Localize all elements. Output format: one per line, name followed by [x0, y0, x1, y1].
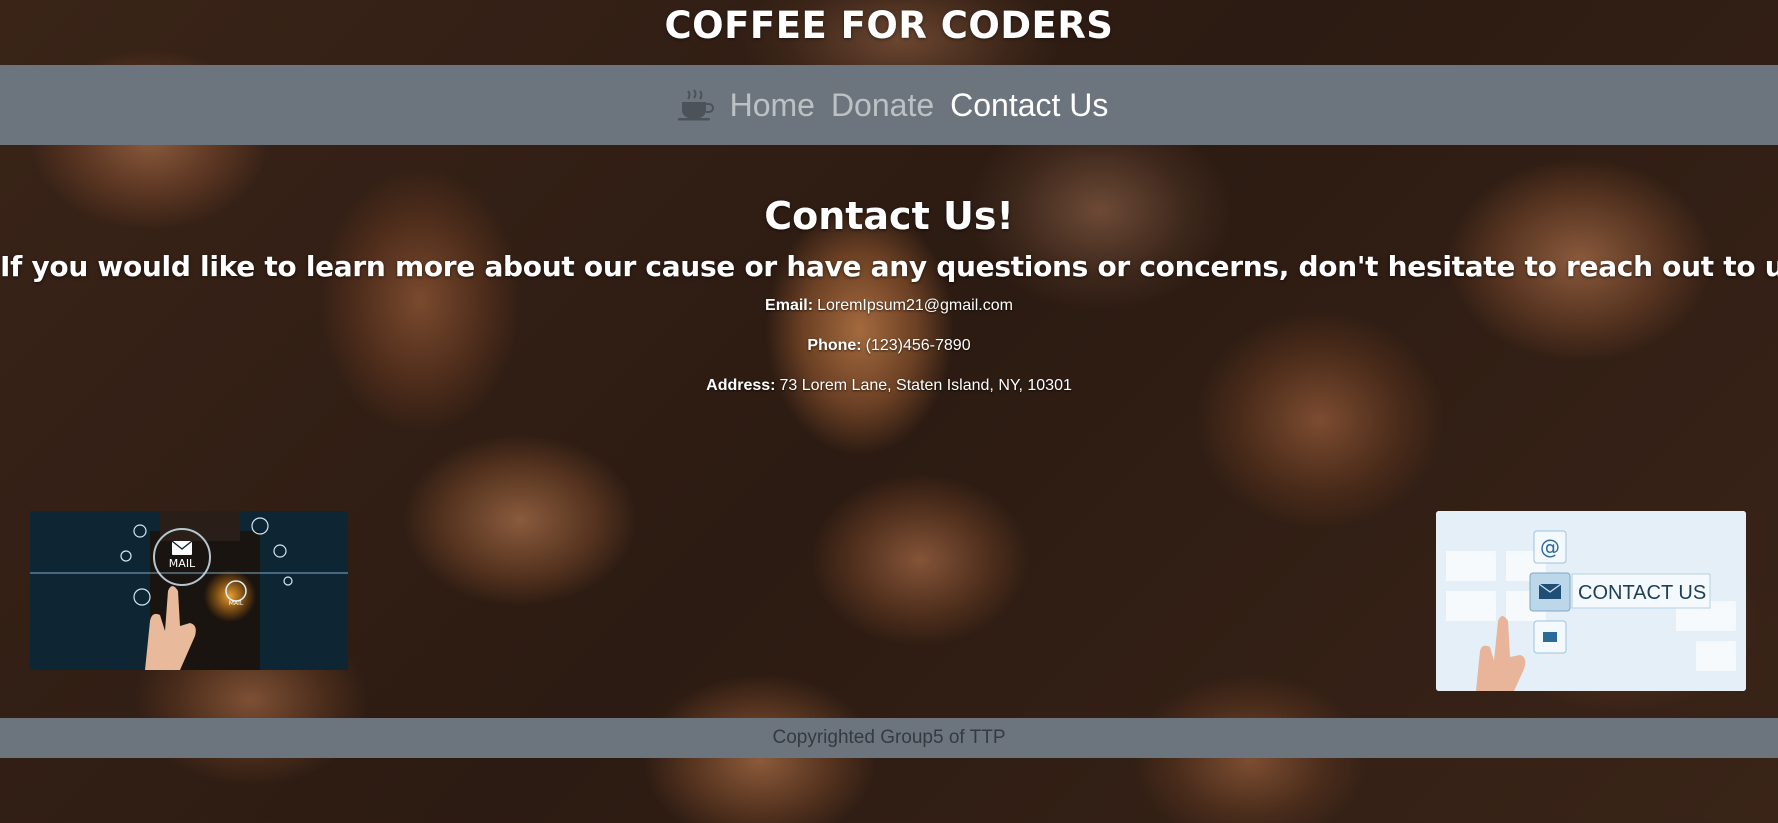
- contact-us-image-text: CONTACT US: [1578, 582, 1706, 604]
- nav-link-contact-us[interactable]: Contact Us: [950, 87, 1108, 124]
- phone-label: Phone:: [807, 337, 862, 354]
- mail-touch-image: MAIL MAIL: [30, 511, 348, 670]
- at-symbol: @: [1540, 535, 1560, 559]
- address-label: Address:: [706, 377, 776, 394]
- coffee-cup-icon[interactable]: [676, 86, 714, 124]
- email-label: Email:: [765, 297, 814, 314]
- site-title: COFFEE FOR CODERS: [664, 4, 1114, 47]
- address-value: 73 Lorem Lane, Staten Island, NY, 10301: [779, 377, 1072, 394]
- mail-label-small: MAIL: [229, 600, 244, 607]
- contact-address: Address: 73 Lorem Lane, Staten Island, NY…: [0, 377, 1778, 395]
- email-value: LoremIpsum21@gmail.com: [817, 297, 1013, 314]
- nav-link-donate[interactable]: Donate: [831, 87, 934, 124]
- contact-phone: Phone: (123)456-7890: [0, 337, 1778, 355]
- phone-value: (123)456-7890: [865, 337, 971, 354]
- footer-text: Copyrighted Group5 of TTP: [772, 727, 1006, 748]
- mail-label-large: MAIL: [169, 557, 196, 570]
- navbar: Home Donate Contact Us: [0, 65, 1778, 145]
- contact-heading: Contact Us!: [764, 194, 1014, 238]
- contact-us-image: @ CONTACT US: [1436, 511, 1746, 691]
- footer: Copyrighted Group5 of TTP: [0, 718, 1778, 758]
- contact-subheading: If you would like to learn more about ou…: [0, 250, 1778, 283]
- nav-links: Home Donate Contact Us: [676, 86, 1108, 124]
- contact-email: Email: LoremIpsum21@gmail.com: [0, 297, 1778, 315]
- nav-link-home[interactable]: Home: [730, 87, 815, 124]
